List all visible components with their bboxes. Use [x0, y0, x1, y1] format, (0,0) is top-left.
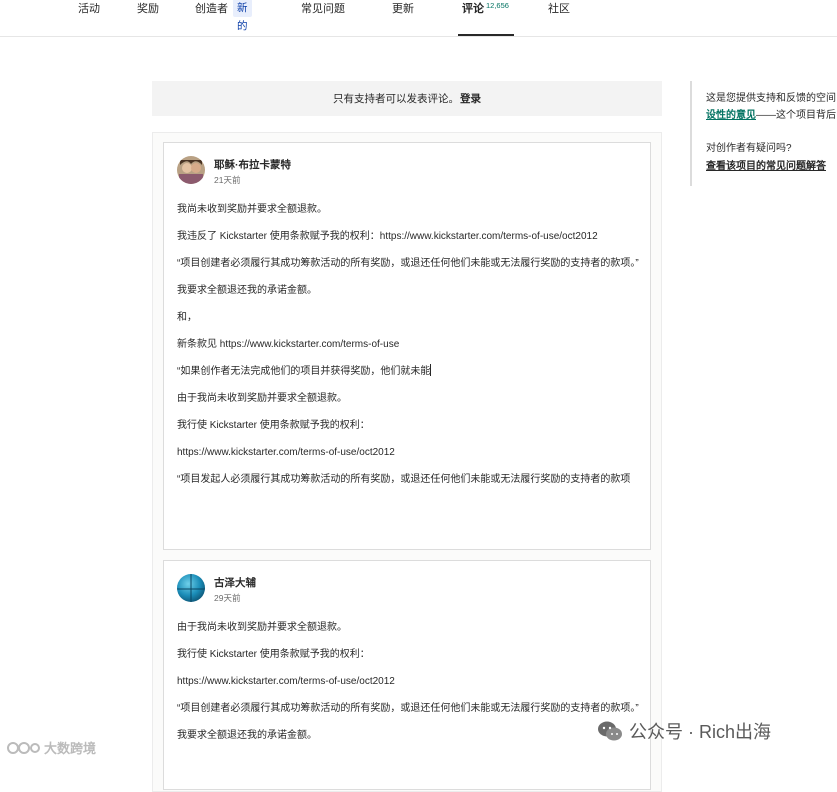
constructive-feedback-link[interactable]: 设性的意见: [706, 110, 756, 121]
login-link[interactable]: 登录: [460, 91, 481, 106]
tab-comments[interactable]: 评论 12,656: [458, 0, 514, 36]
faq-link[interactable]: 查看该项目的常见问题解答: [706, 159, 826, 175]
comments-guidelines-sidebar: 这是您提供支持和反馈的空间 设性的意见——这个项目背后 对创作者有疑问吗? 查看…: [690, 81, 837, 186]
avatar[interactable]: [177, 574, 205, 602]
banner-text: 只有支持者可以发表评论。: [333, 93, 459, 105]
backers-only-banner: 只有支持者可以发表评论。 登录: [152, 81, 662, 116]
text-cursor: [430, 364, 432, 376]
guidelines-line2: 设性的意见——这个项目背后: [706, 110, 836, 121]
creator-question: 对创作者有疑问吗?: [706, 143, 792, 154]
comments-count: 12,656: [486, 1, 509, 10]
comment-card: 古泽大辅 29天前 由于我尚未收到奖励并要求全额退款。 我行使 Kickstar…: [163, 560, 651, 790]
watermark-right: 公众号 · Rich出海: [597, 718, 771, 744]
project-tab-nav: 活动 奖励 创造者 新的 常见问题 更新 评论 12,656 社区: [0, 0, 837, 37]
watermark-logo-icon: [7, 741, 40, 754]
new-badge: 新的: [233, 0, 252, 32]
comment-author[interactable]: 古泽大辅: [214, 575, 256, 590]
comment-body: 我尚未收到奖励并要求全额退款。 我违反了 Kickstarter 使用条款赋予我…: [177, 204, 639, 485]
wechat-icon: [598, 721, 622, 741]
comment-time[interactable]: 21天前: [214, 174, 240, 186]
avatar[interactable]: [177, 156, 205, 184]
watermark-left: 大数跨境: [6, 738, 96, 757]
comment-card: 耶稣·布拉卡蒙特 21天前 我尚未收到奖励并要求全额退款。 我违反了 Kicks…: [163, 142, 651, 550]
guidelines-text: 这是您提供支持和反馈的空间: [706, 93, 836, 104]
comment-time[interactable]: 29天前: [214, 592, 240, 604]
comment-author[interactable]: 耶稣·布拉卡蒙特: [214, 157, 291, 172]
comment-body: 由于我尚未收到奖励并要求全额退款。 我行使 Kickstarter 使用条款赋予…: [177, 622, 639, 741]
